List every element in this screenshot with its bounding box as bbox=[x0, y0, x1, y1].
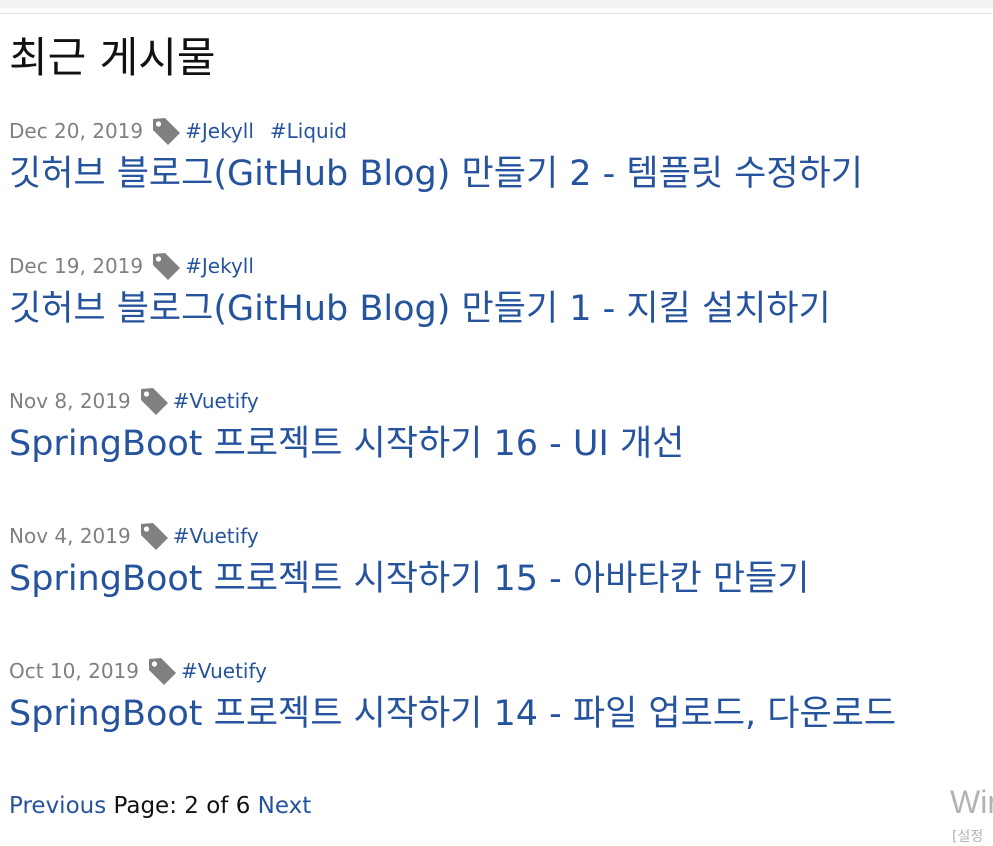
post-item: Oct 10, 2019 #Vuetify SpringBoot 프로젝트 시작… bbox=[9, 655, 984, 734]
post-title-link[interactable]: 깃허브 블로그(GitHub Blog) 만들기 2 - 템플릿 수정하기 bbox=[9, 154, 984, 194]
tag-link-jekyll[interactable]: #Jekyll bbox=[185, 119, 254, 143]
tag-link-vuetify[interactable]: #Vuetify bbox=[173, 389, 259, 413]
post-item: Dec 20, 2019 #Jekyll #Liquid 깃허브 블로그(Git… bbox=[9, 115, 984, 194]
previous-page-link[interactable]: Previous bbox=[9, 793, 106, 819]
post-meta: Dec 19, 2019 #Jekyll bbox=[9, 250, 984, 282]
page-prefix: Page: bbox=[113, 793, 177, 819]
post-item: Nov 4, 2019 #Vuetify SpringBoot 프로젝트 시작하… bbox=[9, 520, 984, 599]
tag-icon bbox=[150, 115, 183, 147]
tag-icon bbox=[138, 520, 171, 552]
post-meta: Dec 20, 2019 #Jekyll #Liquid bbox=[9, 115, 984, 147]
post-meta: Oct 10, 2019 #Vuetify bbox=[9, 655, 984, 687]
tag-link-liquid[interactable]: #Liquid bbox=[270, 119, 347, 143]
post-title-link[interactable]: 깃허브 블로그(GitHub Blog) 만들기 1 - 지킬 설치하기 bbox=[9, 289, 984, 329]
tag-link-jekyll[interactable]: #Jekyll bbox=[185, 254, 254, 278]
top-divider bbox=[0, 13, 993, 14]
post-date: Dec 19, 2019 bbox=[9, 254, 144, 278]
post-date: Dec 20, 2019 bbox=[9, 119, 144, 143]
tag-icon bbox=[146, 655, 179, 687]
next-page-link[interactable]: Next bbox=[258, 793, 312, 819]
post-item: Nov 8, 2019 #Vuetify SpringBoot 프로젝트 시작하… bbox=[9, 385, 984, 464]
post-title-link[interactable]: SpringBoot 프로젝트 시작하기 14 - 파일 업로드, 다운로드 bbox=[9, 694, 984, 734]
top-bar bbox=[0, 0, 993, 8]
tag-link-vuetify[interactable]: #Vuetify bbox=[181, 659, 267, 683]
post-meta: Nov 8, 2019 #Vuetify bbox=[9, 385, 984, 417]
post-item: Dec 19, 2019 #Jekyll 깃허브 블로그(GitHub Blog… bbox=[9, 250, 984, 329]
tag-icon bbox=[150, 250, 183, 282]
current-page: 2 bbox=[184, 793, 199, 819]
total-pages: 6 bbox=[235, 793, 251, 819]
of-label: of bbox=[206, 793, 229, 819]
post-date: Nov 4, 2019 bbox=[9, 524, 131, 548]
activation-watermark-title: Win bbox=[950, 784, 993, 820]
tag-link-vuetify[interactable]: #Vuetify bbox=[173, 524, 259, 548]
post-date: Nov 8, 2019 bbox=[9, 389, 131, 413]
pagination: Previous Page: 2 of 6 Next bbox=[9, 789, 311, 823]
activation-watermark-subtitle: [설정 bbox=[952, 829, 984, 845]
page-title: 최근 게시물 bbox=[9, 33, 216, 82]
post-title-link[interactable]: SpringBoot 프로젝트 시작하기 16 - UI 개선 bbox=[9, 424, 984, 464]
post-title-link[interactable]: SpringBoot 프로젝트 시작하기 15 - 아바타칸 만들기 bbox=[9, 559, 984, 599]
post-meta: Nov 4, 2019 #Vuetify bbox=[9, 520, 984, 552]
tag-icon bbox=[138, 385, 171, 417]
post-date: Oct 10, 2019 bbox=[9, 659, 139, 683]
